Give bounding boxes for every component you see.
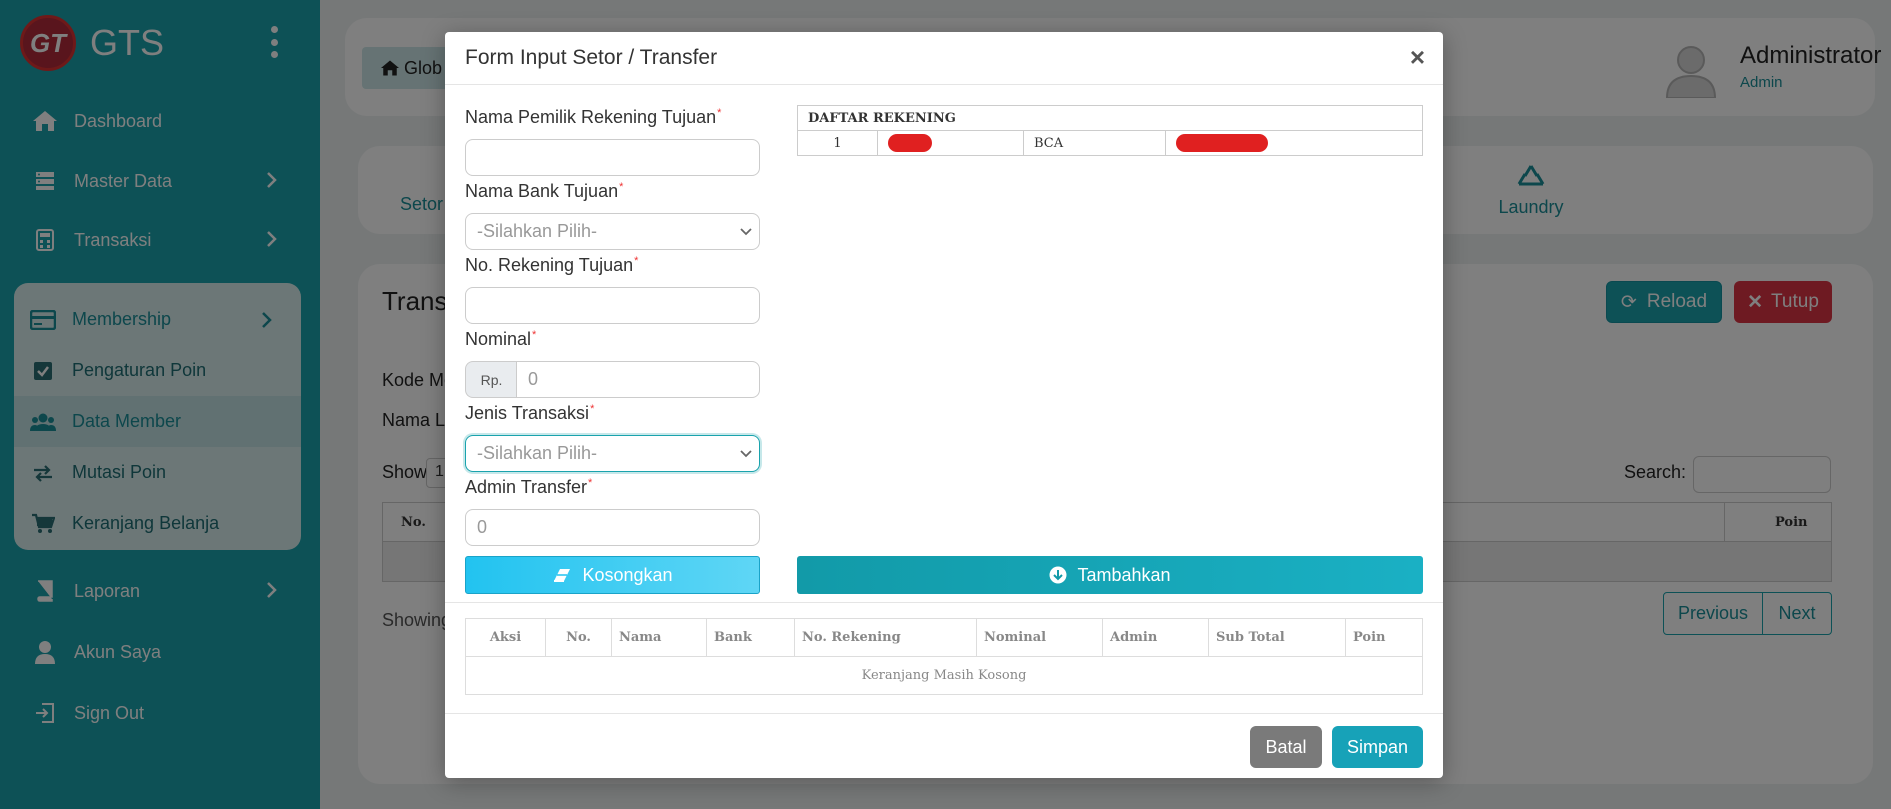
modal-title: Form Input Setor / Transfer	[465, 46, 718, 69]
table-header-row: Aksi No. Nama Bank No. Rekening Nominal …	[465, 618, 1423, 657]
nama-pemilik-label: Nama Pemilik Rekening Tujuan*	[465, 107, 722, 127]
form-input-setor-modal: Form Input Setor / Transfer × Nama Pemil…	[445, 32, 1443, 778]
daftar-rekening-table: DAFTAR REKENING 1 BCA	[797, 105, 1423, 156]
column-header: Nama	[611, 618, 707, 657]
column-header: No. Rekening	[794, 618, 977, 657]
column-header: Bank	[706, 618, 795, 657]
table-row[interactable]: 1 BCA	[797, 130, 1423, 156]
divider	[445, 602, 1443, 603]
nama-pemilik-input[interactable]	[465, 139, 760, 176]
tambahkan-label: Tambahkan	[1077, 564, 1171, 585]
column-header: Sub Total	[1208, 618, 1346, 657]
admin-transfer-input[interactable]: 0	[465, 509, 760, 546]
nominal-label: Nominal*	[465, 329, 537, 349]
column-header: Poin	[1345, 618, 1423, 657]
no-rekening-input[interactable]	[465, 287, 760, 324]
rekening-no: 1	[797, 130, 878, 156]
batal-button[interactable]: Batal	[1250, 726, 1322, 768]
kosongkan-button[interactable]: Kosongkan	[465, 556, 760, 594]
no-rekening-label: No. Rekening Tujuan*	[465, 255, 639, 275]
rekening-bank: BCA	[1023, 130, 1166, 156]
empty-cart-message: Keranjang Masih Kosong	[465, 656, 1423, 695]
column-header: No.	[545, 618, 612, 657]
select-value: -Silahkan Pilih-	[477, 443, 598, 463]
daftar-rekening-title: DAFTAR REKENING	[797, 105, 1423, 131]
tambahkan-button[interactable]: Tambahkan	[797, 556, 1423, 594]
simpan-button[interactable]: Simpan	[1332, 726, 1423, 768]
jenis-transaksi-select[interactable]: -Silahkan Pilih-	[465, 435, 760, 472]
arrow-circle-down-icon	[1049, 566, 1067, 584]
currency-prefix: Rp.	[465, 361, 517, 398]
column-header: Nominal	[976, 618, 1103, 657]
nominal-input[interactable]: 0	[516, 361, 760, 398]
rekening-number-redacted	[1165, 130, 1423, 156]
admin-transfer-label: Admin Transfer*	[465, 477, 593, 497]
chevron-down-icon	[740, 450, 752, 458]
nama-bank-label: Nama Bank Tujuan*	[465, 181, 624, 201]
chevron-down-icon	[740, 228, 752, 236]
kosongkan-label: Kosongkan	[582, 564, 673, 585]
table-row: Keranjang Masih Kosong	[465, 656, 1423, 695]
keranjang-table: Aksi No. Nama Bank No. Rekening Nominal …	[465, 618, 1423, 695]
select-value: -Silahkan Pilih-	[477, 221, 598, 241]
eraser-icon	[552, 567, 572, 583]
modal-header: Form Input Setor / Transfer ×	[445, 32, 1443, 85]
jenis-transaksi-label: Jenis Transaksi*	[465, 403, 595, 423]
modal-footer: Batal Simpan	[445, 713, 1443, 778]
nama-bank-select[interactable]: -Silahkan Pilih-	[465, 213, 760, 250]
rekening-nama-redacted	[877, 130, 1024, 156]
column-header: Aksi	[465, 618, 546, 657]
close-icon[interactable]: ×	[1410, 44, 1425, 70]
column-header: Admin	[1102, 618, 1209, 657]
